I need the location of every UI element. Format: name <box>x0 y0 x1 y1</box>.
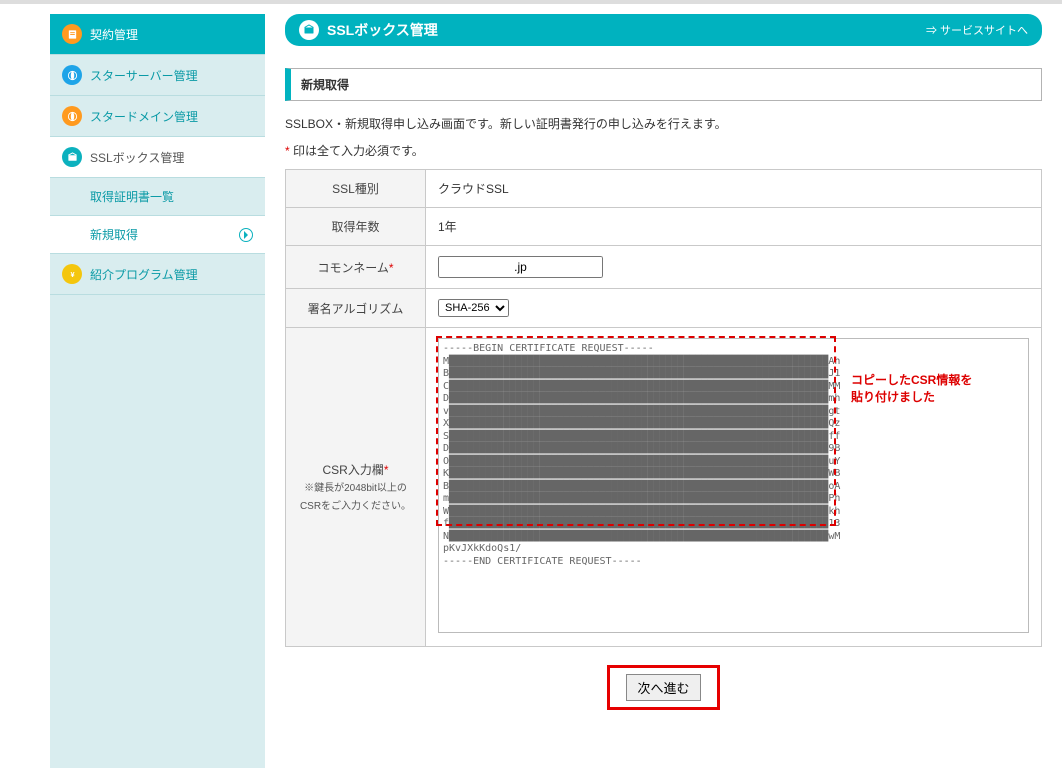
page-titlebar: SSLボックス管理 ⇒ サービスサイトへ <box>285 14 1042 46</box>
sidebar-item-label: SSLボックス管理 <box>90 149 184 166</box>
starserver-icon <box>62 65 82 85</box>
sidebar-sub-label: 新規取得 <box>90 226 138 243</box>
section-heading: 新規取得 <box>285 68 1042 101</box>
row-ssl-type: SSL種別 クラウドSSL <box>286 170 1042 208</box>
row-csr: CSR入力欄* ※鍵長が2048bit以上の CSRをご入力ください。 コピーし… <box>286 328 1042 647</box>
row-algorithm: 署名アルゴリズム SHA-256 <box>286 289 1042 328</box>
chevron-right-icon <box>239 228 253 242</box>
next-button-highlight: 次へ進む <box>607 665 719 710</box>
sidebar-item-label: スターサーバー管理 <box>90 67 198 84</box>
value-ssl-type: クラウドSSL <box>426 170 1042 208</box>
sslbox-header-icon <box>299 20 319 40</box>
page-title: SSLボックス管理 <box>327 20 438 40</box>
algorithm-select[interactable]: SHA-256 <box>438 299 509 317</box>
section-description: SSLBOX・新規取得申し込み画面です。新しい証明書発行の申し込みを行えます。 <box>285 115 1042 132</box>
label-csr: CSR入力欄* ※鍵長が2048bit以上の CSRをご入力ください。 <box>286 328 426 647</box>
service-site-link[interactable]: ⇒ サービスサイトへ <box>926 22 1028 38</box>
label-ssl-type: SSL種別 <box>286 170 426 208</box>
row-common-name: コモンネーム* <box>286 246 1042 289</box>
sidebar-item-stardomain[interactable]: スタードメイン管理 <box>50 96 265 137</box>
sidebar-item-label: 契約管理 <box>90 26 138 43</box>
required-note: * 印は全て入力必須です。 <box>285 142 1042 159</box>
sidebar: 契約管理 スターサーバー管理 スタードメイン管理 <box>50 14 265 768</box>
sidebar-sub-certlist[interactable]: 取得証明書一覧 <box>50 178 265 216</box>
main-content: SSLボックス管理 ⇒ サービスサイトへ 新規取得 SSLBOX・新規取得申し込… <box>285 14 1042 768</box>
label-algorithm: 署名アルゴリズム <box>286 289 426 328</box>
svg-text:¥: ¥ <box>70 269 75 278</box>
value-years: 1年 <box>426 208 1042 246</box>
contract-icon <box>62 24 82 44</box>
sidebar-item-contract[interactable]: 契約管理 <box>50 14 265 55</box>
sidebar-item-starserver[interactable]: スターサーバー管理 <box>50 55 265 96</box>
csr-annotation: コピーしたCSR情報を 貼り付けました <box>851 372 972 406</box>
sslbox-icon <box>62 147 82 167</box>
label-years: 取得年数 <box>286 208 426 246</box>
sidebar-item-label: 紹介プログラム管理 <box>90 266 198 283</box>
form-table: SSL種別 クラウドSSL 取得年数 1年 コモンネーム* 署名アルゴリズム <box>285 169 1042 647</box>
next-button[interactable]: 次へ進む <box>626 674 700 701</box>
common-name-input[interactable] <box>438 256 603 278</box>
button-row: 次へ進む <box>285 665 1042 710</box>
sidebar-sub-newacquire[interactable]: 新規取得 <box>50 216 265 254</box>
row-years: 取得年数 1年 <box>286 208 1042 246</box>
label-common-name: コモンネーム* <box>286 246 426 289</box>
sidebar-item-referral[interactable]: ¥ 紹介プログラム管理 <box>50 254 265 295</box>
sidebar-item-label: スタードメイン管理 <box>90 108 198 125</box>
sidebar-sub-label: 取得証明書一覧 <box>90 188 174 205</box>
stardomain-icon <box>62 106 82 126</box>
referral-icon: ¥ <box>62 264 82 284</box>
sidebar-item-sslbox[interactable]: SSLボックス管理 <box>50 137 265 178</box>
